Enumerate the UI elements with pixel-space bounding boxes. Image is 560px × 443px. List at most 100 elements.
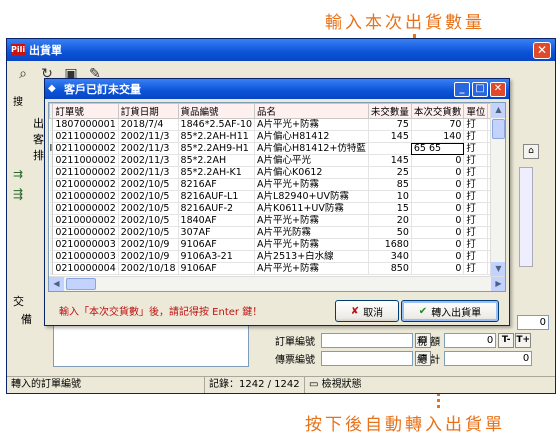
shipment-window-title: 出貨單 [29, 44, 62, 57]
status-mode-icon: ▭ [309, 379, 322, 390]
table-cell-ship[interactable]: 0 [411, 178, 465, 191]
table-row[interactable]: 0211000002 2002/11/3 85*2.2AH A片偏心平光 145 0 打 [49, 154, 505, 167]
cancel-button[interactable]: ✘ 取消 [335, 300, 399, 322]
table-cell-ship[interactable]: 0 [411, 214, 465, 227]
invoice-no-field[interactable] [321, 351, 413, 366]
dialog-icon: ◆ [48, 83, 56, 94]
table-cell-name: A片K0611+UV防霧 [254, 202, 369, 215]
export-icon[interactable]: ⇶ [13, 187, 23, 201]
enter-key-hint: 輸入「本次交貨數」後，請記得按 Enter 鍵！ [59, 307, 263, 318]
close-icon[interactable]: ✕ [533, 41, 551, 59]
table-cell-code: 9106A3-21 [178, 250, 256, 263]
table-cell-ship[interactable]: 70 [411, 118, 465, 131]
t-minus-button[interactable]: T- [498, 333, 515, 348]
table-row[interactable]: 0210000003 2002/10/9 9106A3-21 A片2513+白水線 34… [49, 250, 505, 263]
transfer-to-shipment-button[interactable]: ✔ 轉入出貨單 [401, 300, 499, 322]
table-row[interactable]: 1807000001 2018/7/4 1846*2.5AF-10 A片平光+防霧 75… [49, 118, 505, 131]
table-cell-ship[interactable]: 65 65 [411, 142, 465, 155]
search-icon[interactable]: ⌕ [13, 64, 33, 84]
table-cell-unit: 打 [463, 190, 489, 203]
scroll-left-icon[interactable]: ◀ [49, 277, 64, 291]
side-label-5: 備 [21, 313, 32, 326]
table-row[interactable]: 0210000002 2002/10/5 307AF A片平光防霧 50 0 打 [49, 226, 505, 239]
table-row[interactable]: 0210000002 2002/10/5 1840AF A片平光+防霧 20 0 打 [49, 214, 505, 227]
table-cell-code: 85*2.2AH-H11 [178, 130, 256, 143]
table-row[interactable]: 0210000002 2002/10/5 8216AUF-L1 A片L82940+UV… [49, 190, 505, 203]
table-cell-pending: 15 [368, 202, 412, 215]
table-cell-unit: 打 [463, 202, 489, 215]
table-row[interactable]: 0211000002 2002/11/3 85*2.2AH-K1 A片偏心K0612 2… [49, 166, 505, 179]
table-cell-order: 0211000002 [52, 142, 119, 155]
table-cell-ship[interactable]: 0 [411, 166, 465, 179]
scroll-thumb[interactable] [492, 119, 505, 139]
grid-horizontal-scrollbar[interactable]: ◀ ▶ [49, 276, 505, 291]
table-cell-unit: 打 [463, 142, 489, 155]
home-icon[interactable]: ⌂ [523, 144, 539, 159]
table-row[interactable]: 0210000003 2002/10/9 9106AF A片平光+防霧 1680 0 打 [49, 238, 505, 251]
table-row[interactable]: 0210000002 2002/10/5 8216AF A片平光+防霧 85 0 打 [49, 178, 505, 191]
tax-field[interactable]: 0 [444, 333, 497, 348]
pending-orders-grid[interactable]: 訂單號 訂貨日期 貨品編號 品名 未交數量 本次交貨數 單位 單價 180700… [48, 102, 506, 292]
table-cell-code: 9106AF [178, 238, 256, 251]
column-header[interactable]: 單位 [463, 103, 489, 119]
table-cell-date: 2002/10/9 [118, 250, 179, 263]
column-header[interactable]: 本次交貨數 [410, 103, 465, 119]
column-header[interactable]: 未交數量 [367, 103, 412, 119]
table-cell-date: 2002/11/3 [118, 130, 179, 143]
table-cell-ship[interactable]: 0 [411, 202, 465, 215]
right-value-field[interactable]: 0 [517, 315, 549, 330]
column-header[interactable]: 訂單號 [52, 103, 119, 119]
table-cell-code: 8216AUF-2 [178, 202, 256, 215]
table-cell-pending: 850 [368, 262, 412, 275]
table-cell-ship[interactable]: 140 [411, 130, 465, 143]
table-cell-pending [368, 142, 412, 155]
total-row: 總 計 0 [417, 351, 533, 366]
table-cell-ship[interactable]: 0 [411, 238, 465, 251]
table-cell-unit: 打 [463, 214, 489, 227]
table-cell-ship[interactable]: 0 [411, 190, 465, 203]
outer-scrollbar[interactable] [519, 167, 533, 267]
pending-orders-dialog: ◆ 客戶已訂未交量 _ □ ✕ 訂單號 訂貨日期 貨品編號 品名 未交數量 本次… [44, 78, 510, 326]
table-cell-name: A片平光+防霧 [254, 214, 369, 227]
t-plus-button[interactable]: T+ [515, 333, 532, 348]
table-row[interactable]: 0210000002 2002/10/5 8216AUF-2 A片K0611+UV防霧… [49, 202, 505, 215]
table-body: 1807000001 2018/7/4 1846*2.5AF-10 A片平光+防霧 75… [49, 118, 505, 275]
minimize-icon[interactable]: _ [454, 81, 470, 97]
scroll-right-icon[interactable]: ▶ [491, 277, 505, 291]
table-cell-ship[interactable]: 0 [411, 226, 465, 239]
remarks-textarea[interactable] [53, 325, 249, 367]
tax-label: 稅 額 [417, 337, 441, 348]
table-cell-pending: 145 [368, 154, 412, 167]
table-cell-code: 85*2.2AH-K1 [178, 166, 256, 179]
table-cell-ship[interactable]: 0 [411, 250, 465, 263]
table-cell-order: 0210000002 [52, 226, 119, 239]
scroll-down-icon[interactable]: ▼ [491, 262, 505, 277]
column-header[interactable]: 品名 [254, 103, 369, 119]
table-cell-unit: 打 [463, 166, 489, 179]
table-cell-ship[interactable]: 0 [411, 154, 465, 167]
table-cell-pending: 1680 [368, 238, 412, 251]
column-header[interactable]: 貨品編號 [177, 103, 256, 119]
table-cell-code: 85*2.2AH9-H1 [178, 142, 256, 155]
table-cell-pending: 50 [368, 226, 412, 239]
table-cell-unit: 打 [463, 226, 489, 239]
order-no-field[interactable] [321, 333, 413, 348]
total-field[interactable]: 0 [444, 351, 533, 366]
column-header[interactable]: 訂貨日期 [117, 103, 179, 119]
dialog-title: 客戶已訂未交量 [64, 83, 141, 96]
table-cell-order: 0210000002 [52, 178, 119, 191]
close-icon[interactable]: ✕ [490, 81, 506, 97]
table-cell-date: 2002/10/5 [118, 178, 179, 191]
table-row[interactable]: I 0211000002 2002/11/3 85*2.2AH9-H1 A片偏心H814… [49, 142, 505, 155]
table-row[interactable]: 0211000002 2002/11/3 85*2.2AH-H11 A片偏心H8141… [49, 130, 505, 143]
maximize-icon[interactable]: □ [472, 81, 488, 97]
table-cell-pending: 10 [368, 190, 412, 203]
scroll-up-icon[interactable]: ▲ [491, 103, 505, 118]
table-cell-unit: 打 [463, 178, 489, 191]
table-row[interactable]: 0210000004 2002/10/18 9106AF A片平光+防霧 850 0 打 [49, 262, 505, 275]
table-cell-date: 2018/7/4 [118, 118, 179, 131]
import-icon[interactable]: ⇉ [13, 167, 23, 181]
table-cell-ship[interactable]: 0 [411, 262, 465, 275]
scroll-h-thumb[interactable] [66, 278, 96, 290]
grid-vertical-scrollbar[interactable]: ▲ ▼ [490, 103, 505, 277]
